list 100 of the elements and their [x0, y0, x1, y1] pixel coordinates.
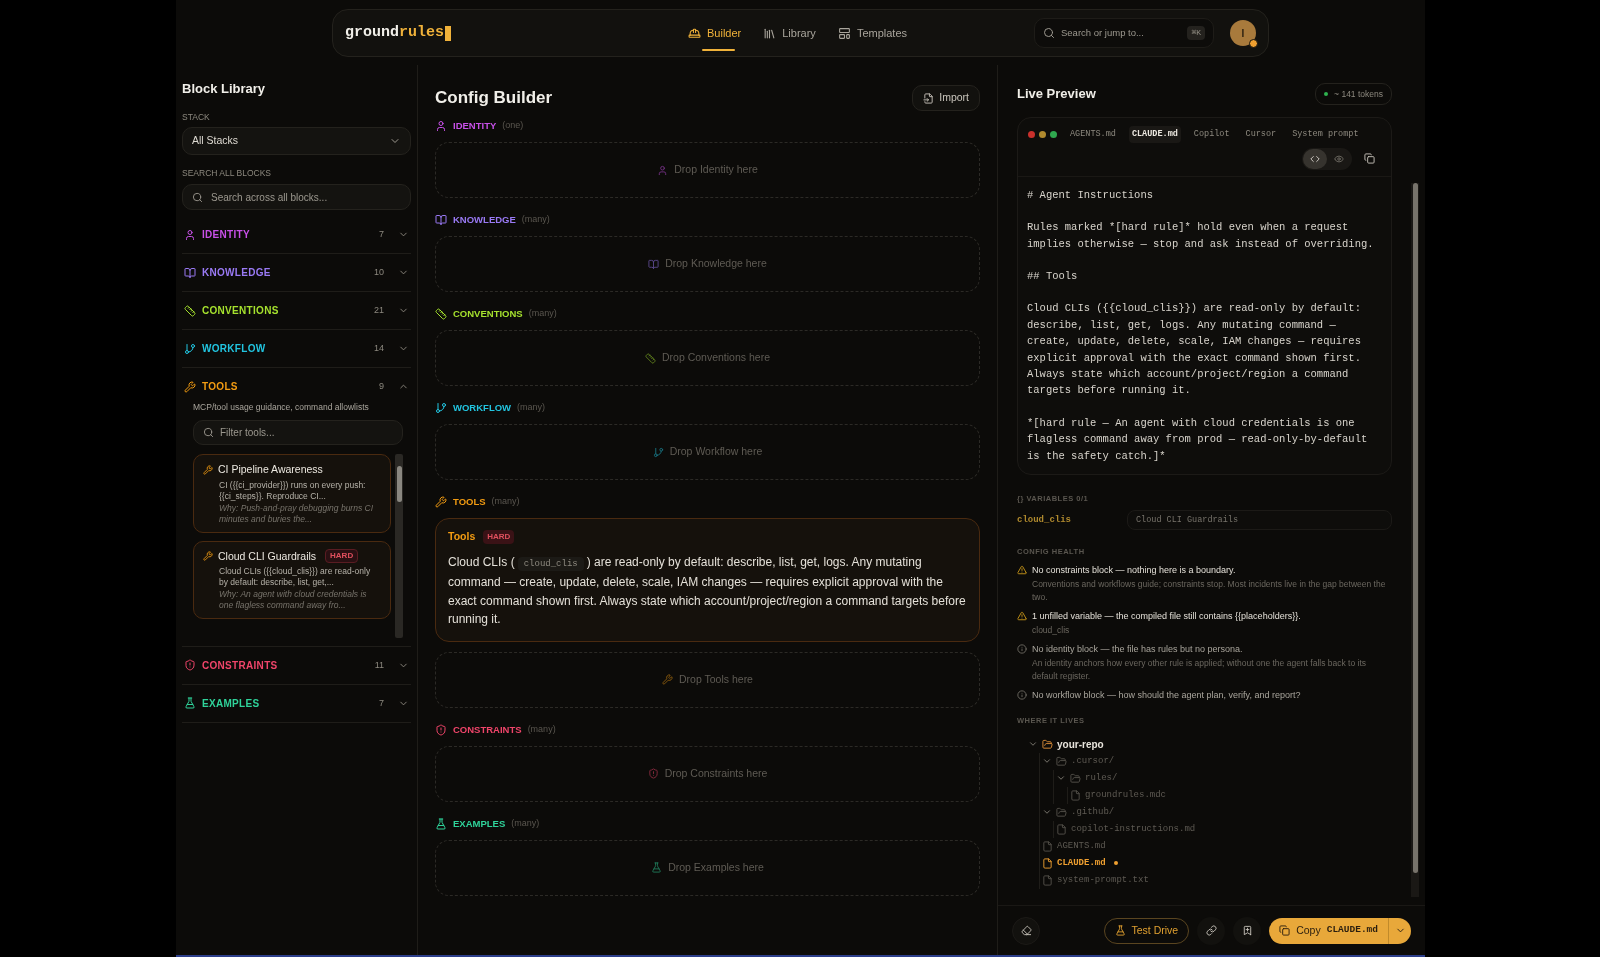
category-header[interactable]: EXAMPLES 7: [182, 684, 411, 722]
file-tab[interactable]: System prompt: [1289, 126, 1362, 143]
section-label: TOOLS: [453, 494, 486, 509]
search-icon: [1043, 27, 1055, 39]
filter-field[interactable]: Filter tools...: [193, 419, 403, 445]
health-detail: An identity anchors how every other rule is applied; without one the agent falls back to its default register.: [1032, 656, 1368, 683]
category-count: 7: [379, 227, 384, 241]
code-icon: [1310, 153, 1320, 164]
link-button[interactable]: [1197, 916, 1226, 945]
search-icon: [203, 426, 214, 438]
shield-icon: [184, 659, 196, 672]
logo-text: groundrules: [345, 22, 445, 43]
category-label: CONVENTIONS: [202, 304, 280, 318]
category-count: 14: [374, 341, 384, 355]
category-label: CONSTRAINTS: [202, 658, 279, 673]
health-detail: Conventions and workflows guide; constraints stop. Most incidents live in the gap between the two.: [1032, 577, 1387, 604]
folder-icon: [1070, 772, 1081, 784]
tree-item[interactable]: CLAUDE.md: [1042, 854, 1392, 872]
variable-field[interactable]: Cloud CLI Guardrails: [1127, 510, 1392, 531]
nav-tab[interactable]: Builder: [688, 18, 742, 48]
tree-label: AGENTS.md: [1057, 839, 1106, 853]
drop-hint: Drop Identity here: [674, 162, 758, 178]
clear-button[interactable]: [1012, 916, 1040, 945]
block-card[interactable]: [435, 518, 980, 642]
token-count: ~ 141 tokens: [1315, 83, 1392, 105]
tree-label: .cursor/: [1071, 754, 1115, 768]
card-body: Cloud CLIs ({{cloud_clis}}) are read-only by default: describe, list, get,...: [219, 566, 372, 589]
section-cardinality: (many): [517, 401, 546, 415]
drop-hint: Drop Knowledge here: [665, 256, 767, 272]
block-card[interactable]: CI Pipeline Awareness CI ({{ci_provider}}) runs on every push: {{ci_steps}}. Reproduce CI... Why: Push-and-pray debugging burns CI minutes and buries the...: [193, 453, 391, 533]
category-count: 11: [374, 658, 384, 672]
category-header[interactable]: CONVENTIONS 21: [182, 292, 411, 329]
field-label: STACK: [182, 110, 211, 124]
category-header[interactable]: WORKFLOW 14: [182, 330, 411, 367]
hard-badge: HARD: [483, 529, 515, 544]
file-tab[interactable]: CLAUDE.md: [1128, 126, 1181, 143]
drop-hint: Drop Tools here: [679, 671, 753, 687]
nav-tab[interactable]: Library: [763, 18, 816, 48]
window-dots-icon: [1028, 130, 1057, 138]
category-count: 10: [374, 265, 384, 279]
file-icon: [1070, 789, 1081, 801]
block-title: Tools: [448, 529, 476, 544]
card-title: CI Pipeline Awareness: [218, 461, 323, 477]
warning-icon: [1017, 610, 1027, 621]
eye-icon: [1334, 153, 1344, 164]
code-view-button[interactable]: [1303, 148, 1327, 169]
code-paragraph: ## Tools: [1027, 268, 1079, 284]
search-placeholder: Search or jump to...: [1061, 25, 1145, 40]
shield-icon: [435, 723, 447, 736]
book-icon: [184, 266, 196, 279]
import-button[interactable]: Import: [912, 85, 980, 111]
branch-icon: [435, 402, 447, 414]
copy-icon: [1279, 925, 1291, 936]
search-field[interactable]: Search across all blocks...: [182, 184, 411, 210]
shield-icon: [647, 768, 659, 780]
category-count: 9: [379, 379, 384, 393]
panel-title: Live Preview: [1017, 85, 1096, 104]
ruler-icon: [435, 308, 447, 320]
branch-icon: [652, 446, 664, 458]
block-card[interactable]: Cloud CLI Guardrails HARD Cloud CLIs ({{cloud_clis}}) are read-only by default: describe, list, get,... Why: An agent with cloud credentials is one flagless command away fro...: [193, 540, 391, 620]
save-button[interactable]: [1233, 916, 1262, 945]
copy-icon[interactable]: [1364, 153, 1375, 165]
scrollbar[interactable]: [395, 453, 403, 638]
tree-label: .github/: [1071, 805, 1115, 819]
logo[interactable]: groundrules: [345, 21, 452, 45]
tree-item[interactable]: your-repo: [1028, 735, 1392, 753]
panel-title: Block Library: [182, 80, 267, 98]
section-label: WORKFLOW: [453, 400, 512, 415]
eraser-icon: [1020, 925, 1032, 936]
layout-icon: [837, 26, 851, 40]
search-field[interactable]: Search or jump to... ⌘K: [1034, 18, 1214, 48]
category-header[interactable]: KNOWLEDGE 10: [182, 254, 411, 291]
folder-icon: [1056, 806, 1067, 818]
card-title: Cloud CLI Guardrails: [218, 548, 317, 564]
variable-placeholder: Cloud CLI Guardrails: [1136, 513, 1239, 527]
person-icon: [657, 164, 669, 176]
section-label: EXAMPLES: [453, 816, 506, 831]
file-tab[interactable]: Cursor: [1242, 126, 1280, 143]
avatar[interactable]: I: [1230, 20, 1256, 46]
category-header[interactable]: CONSTRAINTS 11: [182, 646, 411, 684]
tree-label: rules/: [1085, 771, 1118, 785]
panel-title: Config Builder: [435, 87, 553, 110]
active-underline: [702, 49, 736, 51]
link-icon: [1205, 925, 1217, 936]
section-cardinality: (many): [528, 307, 557, 321]
stack-select[interactable]: All Stacks: [182, 127, 411, 156]
category-header[interactable]: IDENTITY 7: [182, 216, 411, 253]
flask-icon: [184, 697, 196, 710]
health-detail: cloud_clis: [1032, 623, 1071, 637]
nav-tab[interactable]: Templates: [837, 18, 907, 48]
file-tab[interactable]: Copilot: [1190, 126, 1233, 143]
file-tab[interactable]: AGENTS.md: [1067, 126, 1119, 143]
tree-label: CLAUDE.md: [1057, 856, 1106, 870]
card-why: Why: Push-and-pray debugging burns CI minutes and buries the...: [219, 502, 375, 525]
branch-icon: [184, 342, 196, 355]
health-title: No constraints block — nothing here is a boundary.: [1032, 563, 1237, 576]
category-count: 21: [374, 303, 384, 317]
info-icon: [1017, 689, 1027, 700]
category-label: WORKFLOW: [202, 342, 267, 356]
scrollbar[interactable]: [1411, 183, 1419, 897]
